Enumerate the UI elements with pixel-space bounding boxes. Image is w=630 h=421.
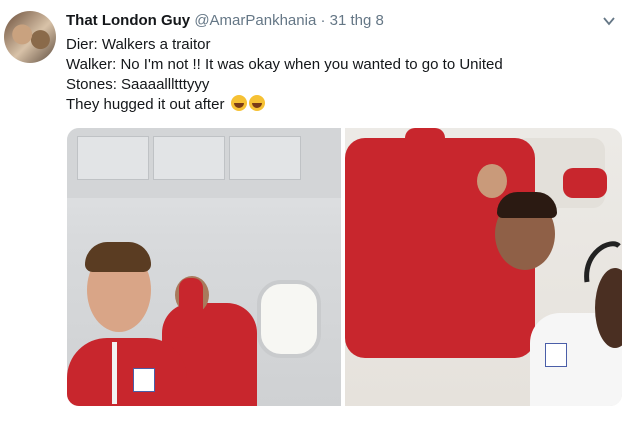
raised-arm xyxy=(179,278,203,338)
england-badge-icon xyxy=(133,368,155,392)
player-red-jacket xyxy=(67,338,187,406)
tweet-line: Walker: No I'm not !! It was okay when y… xyxy=(66,56,503,73)
photo-selfie-plane[interactable] xyxy=(67,128,341,406)
tears-of-joy-emoji-icon xyxy=(230,95,247,111)
display-name[interactable]: That London Guy xyxy=(66,12,190,29)
avatar[interactable] xyxy=(4,11,56,63)
england-badge-icon xyxy=(545,343,567,367)
headphones-icon xyxy=(584,241,621,283)
chevron-down-icon[interactable] xyxy=(602,14,616,28)
photo-hug-plane[interactable] xyxy=(345,128,622,406)
overhead-bins xyxy=(67,128,341,198)
media-grid xyxy=(67,128,622,406)
tweet-card: That London Guy @AmarPankhania · 31 thg … xyxy=(0,0,630,421)
jacket-stripe xyxy=(112,342,117,404)
tweet-header: That London Guy @AmarPankhania · 31 thg … xyxy=(66,12,384,29)
tweet-text: Dier: Walkers a traitor Walker: No I'm n… xyxy=(66,35,503,115)
tears-of-joy-emoji-icon xyxy=(248,95,265,111)
tweet-date[interactable]: 31 thg 8 xyxy=(330,12,384,29)
player-hand xyxy=(477,164,507,198)
user-handle[interactable]: @AmarPankhania xyxy=(194,12,316,29)
tweet-line: Stones: Saaaallltttyyy xyxy=(66,76,210,93)
airplane-window xyxy=(257,280,321,358)
tweet-line-with-emoji: They hugged it out after xyxy=(66,95,503,115)
player-hair xyxy=(85,242,151,272)
tweet-line: They hugged it out after xyxy=(66,96,225,113)
player-hair xyxy=(497,192,557,218)
tweet-line: Dier: Walkers a traitor xyxy=(66,36,211,53)
background-player xyxy=(563,168,607,198)
separator-dot: · xyxy=(320,12,326,29)
